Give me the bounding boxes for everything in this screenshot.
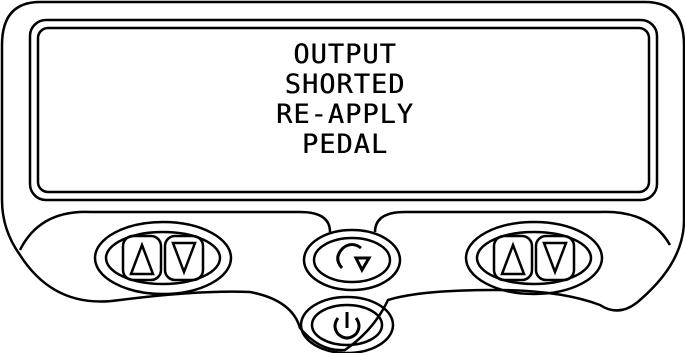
- left-arrow-button-group[interactable]: [93, 220, 233, 296]
- power-button[interactable]: [299, 295, 395, 353]
- lcd-line-3: RE-APPLY: [275, 99, 415, 130]
- right-arrow-button-group[interactable]: [464, 220, 604, 296]
- lcd-line-2: SHORTED: [284, 69, 406, 100]
- up-arrow-icon: [500, 241, 526, 276]
- refresh-button[interactable]: [302, 228, 402, 292]
- lcd-line-1: OUTPUT: [293, 39, 397, 70]
- housing-seam-left: [18, 210, 332, 251]
- lcd-message: OUTPUT SHORTED RE-APPLY PEDAL: [230, 40, 460, 160]
- refresh-icon: [336, 243, 372, 274]
- down-arrow-icon: [171, 241, 197, 276]
- down-arrow-icon: [542, 241, 568, 276]
- up-arrow-icon: [129, 241, 155, 276]
- housing-seam-right: [373, 210, 672, 246]
- power-icon: [333, 312, 361, 340]
- lcd-line-4: PEDAL: [301, 129, 389, 160]
